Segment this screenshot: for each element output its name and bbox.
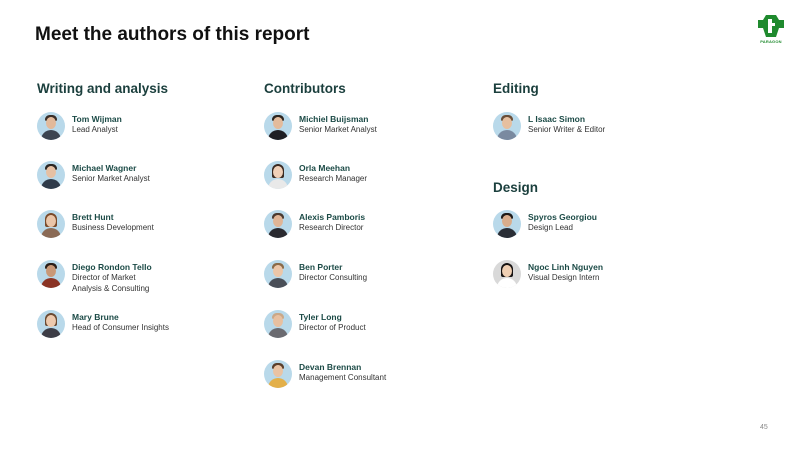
author-card: Diego Rondon Tello Director of Market Anal… — [37, 260, 252, 294]
author-role: Head of Consumer Insights — [72, 323, 169, 332]
avatar — [37, 210, 65, 238]
author-name: Spyros Georgiou — [528, 212, 597, 222]
author-name: Orla Meehan — [299, 163, 351, 173]
author-name: Mary Brune — [72, 312, 119, 322]
page-number: 45 — [760, 424, 768, 431]
logo-text: PARAGON — [760, 39, 782, 44]
author-role: Director of Product — [299, 323, 366, 332]
author-card: Alexis Pamboris Research Director — [264, 210, 479, 238]
author-name: Devan Brennan — [299, 362, 362, 372]
logo-mark-icon — [758, 15, 784, 37]
avatar — [264, 360, 292, 388]
section-heading-contributors: Contributors — [264, 81, 346, 96]
section-heading-editing: Editing — [493, 81, 539, 96]
author-role: Senior Market Analyst — [299, 125, 377, 134]
author-name: L Isaac Simon — [528, 114, 586, 124]
author-card: Spyros Georgiou Design Lead — [493, 210, 708, 238]
author-role: Lead Analyst — [72, 125, 118, 134]
avatar — [493, 210, 521, 238]
author-role: Senior Market Analyst — [72, 174, 150, 183]
author-role: Design Lead — [528, 223, 573, 232]
avatar — [493, 260, 521, 288]
author-name: Michiel Buijsman — [299, 114, 369, 124]
author-card: Michael Wagner Senior Market Analyst — [37, 161, 252, 189]
author-name: Tom Wijman — [72, 114, 122, 124]
page-title: Meet the authors of this report — [35, 24, 310, 45]
avatar — [493, 112, 521, 140]
author-card: Devan Brennan Management Consultant — [264, 360, 479, 388]
avatar — [264, 161, 292, 189]
section-heading-writing: Writing and analysis — [37, 81, 169, 96]
author-name: Alexis Pamboris — [299, 212, 366, 222]
author-name: Michael Wagner — [72, 163, 137, 173]
author-role: Management Consultant — [299, 373, 387, 382]
author-name: Tyler Long — [299, 312, 342, 322]
company-logo: PARAGON — [757, 14, 785, 46]
author-name: Brett Hunt — [72, 212, 114, 222]
author-card: Mary Brune Head of Consumer Insights — [37, 310, 252, 338]
author-name: Diego Rondon Tello — [72, 262, 152, 272]
author-name: Ben Porter — [299, 262, 343, 272]
section-heading-design: Design — [493, 180, 539, 195]
avatar — [37, 310, 65, 338]
author-card: Tyler Long Director of Product — [264, 310, 479, 338]
author-role: Research Director — [299, 223, 364, 232]
author-role: Research Manager — [299, 174, 368, 183]
author-role: Analysis & Consulting — [72, 283, 150, 293]
avatar — [37, 112, 65, 140]
author-card: Orla Meehan Research Manager — [264, 161, 479, 189]
author-role: Senior Writer & Editor — [528, 125, 606, 134]
avatar — [264, 210, 292, 238]
author-name: Ngoc Linh Nguyen — [528, 262, 604, 272]
avatar — [264, 260, 292, 288]
avatar — [37, 260, 65, 288]
avatar — [264, 310, 292, 338]
avatar — [37, 161, 65, 189]
author-role: Director of Market — [72, 273, 136, 282]
author-role: Visual Design Intern — [528, 273, 600, 282]
author-card: Ben Porter Director Consulting — [264, 260, 479, 288]
author-role: Business Development — [72, 223, 154, 232]
author-card: Ngoc Linh Nguyen Visual Design Intern — [493, 260, 708, 288]
avatar — [264, 112, 292, 140]
author-card: Brett Hunt Business Development — [37, 210, 252, 238]
author-card: L Isaac Simon Senior Writer & Editor — [493, 112, 708, 140]
author-card: Tom Wijman Lead Analyst — [37, 112, 252, 140]
author-role: Director Consulting — [299, 273, 368, 282]
author-card: Michiel Buijsman Senior Market Analyst — [264, 112, 479, 140]
